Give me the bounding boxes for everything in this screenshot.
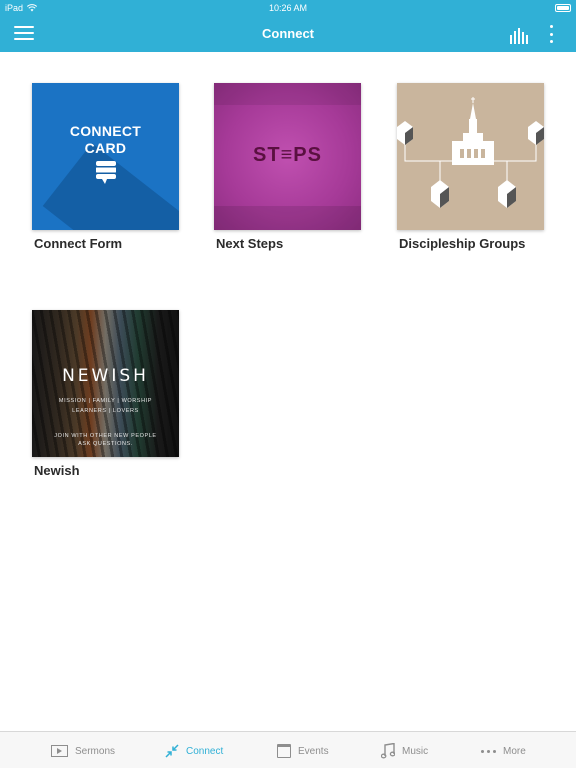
calendar-icon: [277, 744, 291, 758]
connect-icon: [165, 744, 179, 758]
steps-band-top: [214, 83, 361, 105]
audio-bar: [514, 31, 516, 44]
tab-label: More: [503, 745, 526, 757]
tile-label: Next Steps: [216, 236, 284, 251]
tab-label: Events: [298, 745, 329, 757]
audio-bar: [510, 35, 512, 44]
status-time: 10:26 AM: [268, 3, 308, 13]
bottom-tab-bar: Sermons Connect Events Music More: [0, 731, 576, 768]
church-network-illustration: [397, 97, 544, 208]
tile-label: Connect Form: [34, 236, 123, 251]
dot: [493, 749, 496, 753]
tab-sermons[interactable]: Sermons: [51, 741, 115, 761]
tab-more[interactable]: More: [481, 741, 526, 761]
tile-next-steps[interactable]: ST≡PS Next Steps: [214, 83, 362, 251]
status-bar: iPad 10:26 AM: [0, 0, 576, 16]
discipleship-groups-image: [397, 83, 544, 230]
kebab-dot: [549, 40, 553, 43]
tile-discipleship-groups[interactable]: Discipleship Groups: [397, 83, 545, 251]
tile-newish[interactable]: NEWISH MISSION | FAMILY | WORSHIP LEARNE…: [32, 310, 180, 478]
tile-connect-form[interactable]: CONNECT CARD Connect Form: [32, 83, 180, 251]
audio-bar: [526, 35, 528, 44]
more-options-button[interactable]: [546, 25, 556, 43]
tab-label: Sermons: [75, 745, 116, 757]
connect-card-line1: CONNECT: [69, 123, 142, 139]
tab-label: Connect: [186, 745, 224, 757]
newish-art-line: JOIN WITH OTHER NEW PEOPLE: [54, 433, 157, 439]
dot: [481, 749, 484, 753]
tile-label: Discipleship Groups: [399, 236, 526, 251]
nav-row: Connect: [0, 18, 576, 52]
newish-art-line: LEARNERS | LOVERS: [72, 408, 139, 414]
newish-art-line: MISSION | FAMILY | WORSHIP: [58, 398, 153, 404]
kebab-dot: [549, 25, 553, 28]
tile-label: Newish: [34, 463, 80, 478]
steps-band-bottom: [214, 206, 361, 230]
connect-card-image: CONNECT CARD: [32, 83, 179, 230]
newish-art-title: NEWISH: [62, 366, 149, 386]
app-root: iPad 10:26 AM Connect CONNECT CARD Conne…: [0, 0, 576, 768]
page-title: Connect: [262, 26, 314, 41]
audio-bars-button[interactable]: [510, 26, 530, 44]
tab-events[interactable]: Events: [277, 741, 329, 761]
chat-list-icon: [96, 161, 116, 184]
newish-art-line: ASK QUESTIONS.: [78, 441, 133, 447]
dot: [487, 749, 490, 753]
top-bar: iPad 10:26 AM Connect: [0, 0, 576, 52]
newish-image: NEWISH MISSION | FAMILY | WORSHIP LEARNE…: [32, 310, 179, 457]
sermons-icon: [51, 745, 68, 757]
steps-art-text: ST≡PS: [253, 144, 322, 166]
kebab-dot: [549, 32, 553, 36]
tab-music[interactable]: Music: [381, 741, 428, 761]
connect-card-art-text: CONNECT CARD: [32, 123, 179, 157]
audio-bar: [522, 32, 524, 44]
next-steps-image: ST≡PS: [214, 83, 361, 230]
more-icon: [481, 749, 496, 753]
tab-label: Music: [402, 745, 429, 757]
music-icon: [381, 743, 395, 759]
audio-bar: [518, 28, 520, 44]
battery-icon: [555, 4, 571, 12]
connect-card-line2: CARD: [84, 140, 127, 156]
tab-connect[interactable]: Connect: [165, 741, 223, 761]
